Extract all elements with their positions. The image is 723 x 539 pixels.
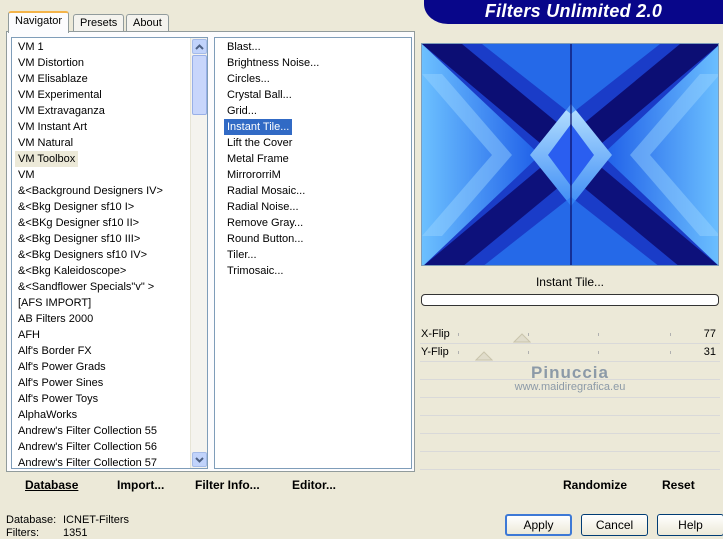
filter-item[interactable]: Radial Noise... [224,199,302,215]
category-item[interactable]: &<Background Designers IV> [15,183,166,199]
category-item[interactable]: [AFS IMPORT] [15,295,94,311]
category-item[interactable]: &<Bkg Designer sf10 III> [15,231,143,247]
slider-track[interactable] [458,333,671,336]
slider-x-flip[interactable]: X-Flip 77 [420,327,720,344]
editor-label: Editor... [292,478,337,492]
category-item[interactable]: VM Distortion [15,55,87,71]
filter-items: Blast... Brightness Noise... Circles... Cry… [224,39,407,279]
category-item[interactable]: AFH [15,327,43,343]
empty-slider-row [420,435,720,452]
status-filters-label: Filters: [6,527,39,539]
randomize-button[interactable]: Randomize [563,478,627,492]
empty-slider-row [420,453,720,470]
database-button[interactable]: Database [25,478,78,494]
scroll-down-button[interactable] [192,452,207,467]
chevron-up-icon [195,43,204,50]
slider-tick [597,333,599,336]
status-database-value: ICNET-Filters [63,514,129,526]
category-item[interactable]: VM Extravaganza [15,103,108,119]
filter-item[interactable]: Crystal Ball... [224,87,295,103]
category-item[interactable]: Alf's Power Grads [15,359,109,375]
filter-item[interactable]: Instant Tile... [224,119,293,135]
status-filters-value: 1351 [63,527,88,539]
progress-bar [421,294,719,306]
category-item[interactable]: VM 1 [15,39,47,55]
empty-slider-row [420,363,720,380]
category-item[interactable]: Alf's Border FX [15,343,95,359]
category-item[interactable]: AlphaWorks [15,407,80,423]
title-banner: Filters Unlimited 2.0 [424,0,723,24]
slider-value: 77 [703,328,716,340]
filter-item[interactable]: Metal Frame [224,151,292,167]
category-scrollbar[interactable] [190,38,207,468]
empty-slider-row [420,399,720,416]
chevron-down-icon [195,456,204,463]
banner-title: Filters Unlimited 2.0 [484,1,663,21]
import-label: Import... [117,478,165,492]
filter-list[interactable]: Blast... Brightness Noise... Circles... Cry… [214,37,412,469]
filter-item[interactable]: Tiler... [224,247,260,263]
category-item[interactable]: &<Bkg Kaleidoscope> [15,263,129,279]
filter-item[interactable]: Blast... [224,39,264,55]
scroll-up-button[interactable] [192,39,207,54]
category-item[interactable]: &<BKg Designer sf10 II> [15,215,142,231]
category-item[interactable]: Andrew's Filter Collection 55 [15,423,160,439]
filter-item[interactable]: Brightness Noise... [224,55,322,71]
tab-about[interactable]: About [126,14,169,32]
filter-item[interactable]: Lift the Cover [224,135,295,151]
slider-tick [597,351,599,354]
category-item[interactable]: &<Sandflower Specials"v" > [15,279,157,295]
filter-item[interactable]: Round Button... [224,231,306,247]
filter-preview [421,43,719,266]
category-item[interactable]: VM Instant Art [15,119,90,135]
category-item[interactable]: &<Bkg Designer sf10 I> [15,199,137,215]
category-item[interactable]: &<Bkg Designers sf10 IV> [15,247,150,263]
reset-button[interactable]: Reset [662,478,695,492]
editor-button[interactable]: Editor... [292,478,336,494]
selected-filter-name: Instant Tile... [535,275,605,289]
slider-thumb[interactable] [513,333,532,343]
empty-slider-row [420,381,720,398]
import-button[interactable]: Import... [117,478,164,494]
category-item[interactable]: VM Experimental [15,87,105,103]
filter-item[interactable]: Remove Gray... [224,215,306,231]
database-label: Database [25,478,79,492]
category-item[interactable]: AB Filters 2000 [15,311,96,327]
filter-item[interactable]: Radial Mosaic... [224,183,308,199]
slider-tick [670,351,671,354]
category-item[interactable]: VM Toolbox [15,151,79,167]
category-item[interactable]: Andrew's Filter Collection 57 [15,455,160,468]
category-list[interactable]: VM 1 VM Distortion VM Elisablaze VM Experim… [11,37,208,469]
slider-y-flip[interactable]: Y-Flip 31 [420,345,720,362]
slider-tick [527,351,529,354]
category-item[interactable]: Andrew's Filter Collection 56 [15,439,160,455]
category-item[interactable]: Alf's Power Sines [15,375,106,391]
scroll-thumb[interactable] [192,55,207,115]
preview-image [422,44,718,265]
category-item[interactable]: VM Elisablaze [15,71,91,87]
empty-slider-row [420,417,720,434]
filter-info-label: Filter Info... [195,478,260,492]
category-items: VM 1 VM Distortion VM Elisablaze VM Experim… [15,39,189,468]
slider-tick [458,351,459,354]
filter-item[interactable]: MirrororriM [224,167,284,183]
slider-label: Y-Flip [421,346,449,358]
filter-item[interactable]: Trimosaic... [224,263,286,279]
slider-tick [670,333,671,336]
slider-thumb[interactable] [474,351,493,361]
category-item[interactable]: VM Natural [15,135,76,151]
filter-item[interactable]: Grid... [224,103,260,119]
category-item[interactable]: Alf's Power Toys [15,391,101,407]
slider-value: 31 [703,346,716,358]
filter-item[interactable]: Circles... [224,71,273,87]
slider-tick [458,333,459,336]
filter-info-button[interactable]: Filter Info... [195,478,260,494]
slider-label: X-Flip [421,328,450,340]
tab-presets[interactable]: Presets [73,14,125,32]
tab-navigator[interactable]: Navigator [8,11,70,33]
category-item[interactable]: VM [15,167,38,183]
status-database-label: Database: [6,514,57,526]
